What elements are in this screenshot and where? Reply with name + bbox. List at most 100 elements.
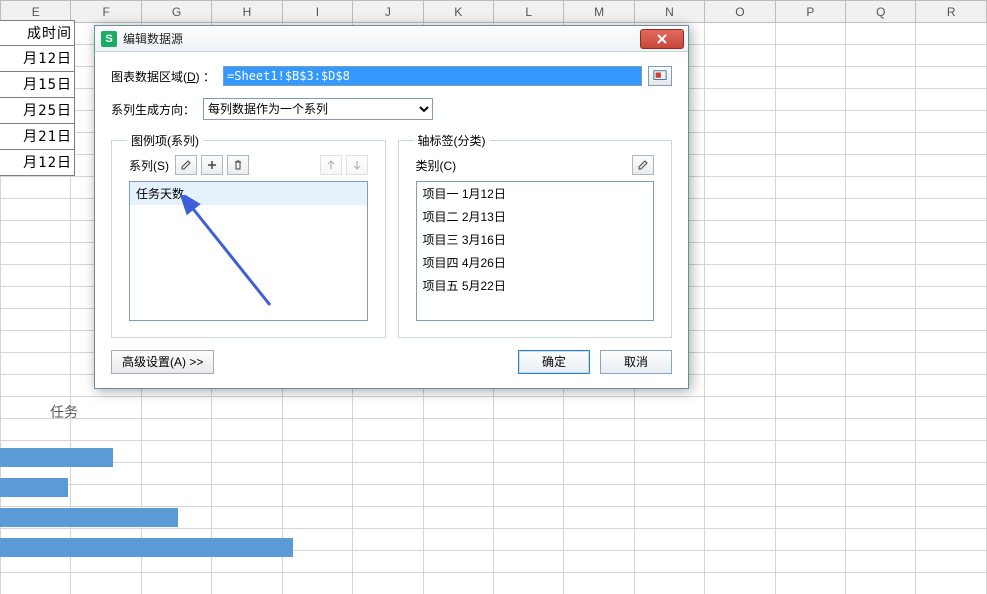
cell[interactable] bbox=[775, 573, 845, 594]
cell[interactable] bbox=[705, 23, 775, 45]
chart-range-input[interactable]: =Sheet1!$B$3:$D$8 bbox=[223, 66, 642, 86]
cell[interactable] bbox=[493, 485, 563, 507]
cell[interactable] bbox=[423, 507, 493, 529]
cell[interactable] bbox=[705, 485, 775, 507]
column-header[interactable]: M bbox=[564, 1, 634, 23]
cell[interactable] bbox=[1, 243, 71, 265]
cell[interactable]: 成时间 bbox=[0, 20, 75, 46]
cell[interactable] bbox=[916, 485, 987, 507]
column-header[interactable]: K bbox=[423, 1, 493, 23]
cell[interactable] bbox=[846, 529, 916, 551]
edit-series-button[interactable] bbox=[175, 155, 197, 175]
cell[interactable] bbox=[564, 485, 634, 507]
cell[interactable] bbox=[775, 419, 845, 441]
cell[interactable] bbox=[705, 155, 775, 177]
cell[interactable] bbox=[916, 573, 987, 594]
cell[interactable] bbox=[705, 89, 775, 111]
cell[interactable] bbox=[564, 507, 634, 529]
cell[interactable] bbox=[916, 507, 987, 529]
cell[interactable] bbox=[775, 199, 845, 221]
list-item[interactable]: 项目四 4月26日 bbox=[417, 251, 654, 274]
cell[interactable] bbox=[846, 199, 916, 221]
cell[interactable] bbox=[493, 463, 563, 485]
cell[interactable] bbox=[846, 419, 916, 441]
cell[interactable] bbox=[846, 23, 916, 45]
cell[interactable] bbox=[493, 507, 563, 529]
cell[interactable] bbox=[916, 529, 987, 551]
cell[interactable] bbox=[1, 199, 71, 221]
cell[interactable] bbox=[141, 573, 211, 594]
cell[interactable] bbox=[493, 529, 563, 551]
list-item[interactable]: 项目三 3月16日 bbox=[417, 228, 654, 251]
cell[interactable] bbox=[775, 23, 845, 45]
cell[interactable] bbox=[916, 463, 987, 485]
cell[interactable] bbox=[916, 375, 987, 397]
cell[interactable] bbox=[564, 441, 634, 463]
cell[interactable] bbox=[846, 441, 916, 463]
close-button[interactable] bbox=[640, 29, 684, 49]
cell[interactable] bbox=[705, 573, 775, 594]
cell[interactable] bbox=[71, 485, 141, 507]
cell[interactable] bbox=[846, 89, 916, 111]
cell[interactable] bbox=[916, 287, 987, 309]
cell[interactable] bbox=[775, 507, 845, 529]
cell[interactable] bbox=[916, 419, 987, 441]
cell[interactable] bbox=[212, 441, 282, 463]
cell[interactable] bbox=[846, 243, 916, 265]
cell[interactable] bbox=[1, 309, 71, 331]
cell[interactable] bbox=[916, 265, 987, 287]
cell[interactable] bbox=[212, 507, 282, 529]
cell[interactable] bbox=[282, 485, 352, 507]
cell[interactable] bbox=[846, 265, 916, 287]
cell[interactable] bbox=[212, 463, 282, 485]
cell[interactable] bbox=[775, 111, 845, 133]
cancel-button[interactable]: 取消 bbox=[600, 350, 672, 374]
advanced-settings-button[interactable]: 高级设置(A) >> bbox=[111, 350, 214, 374]
cell[interactable] bbox=[846, 463, 916, 485]
cell[interactable] bbox=[775, 331, 845, 353]
cell[interactable] bbox=[775, 45, 845, 67]
cell[interactable] bbox=[775, 309, 845, 331]
cell[interactable] bbox=[705, 551, 775, 573]
edit-axis-button[interactable] bbox=[632, 155, 654, 175]
collapse-range-button[interactable] bbox=[648, 66, 672, 86]
column-header[interactable]: G bbox=[141, 1, 211, 23]
cell[interactable] bbox=[916, 89, 987, 111]
cell[interactable] bbox=[846, 551, 916, 573]
cell[interactable] bbox=[846, 221, 916, 243]
cell[interactable] bbox=[916, 441, 987, 463]
cell[interactable] bbox=[353, 441, 423, 463]
column-header[interactable]: Q bbox=[846, 1, 916, 23]
cell[interactable] bbox=[775, 397, 845, 419]
cell[interactable] bbox=[775, 463, 845, 485]
column-header[interactable]: O bbox=[705, 1, 775, 23]
cell[interactable]: 月21日 bbox=[0, 124, 75, 150]
cell[interactable] bbox=[634, 529, 704, 551]
cell[interactable] bbox=[493, 441, 563, 463]
cell[interactable] bbox=[846, 133, 916, 155]
cell[interactable] bbox=[705, 463, 775, 485]
column-header[interactable]: J bbox=[353, 1, 423, 23]
cell[interactable] bbox=[71, 397, 141, 419]
cell[interactable] bbox=[282, 441, 352, 463]
cell[interactable] bbox=[775, 551, 845, 573]
cell[interactable] bbox=[353, 507, 423, 529]
ok-button[interactable]: 确定 bbox=[518, 350, 590, 374]
cell[interactable] bbox=[1, 221, 71, 243]
cell[interactable] bbox=[846, 45, 916, 67]
move-up-button[interactable] bbox=[320, 155, 342, 175]
cell[interactable] bbox=[634, 551, 704, 573]
cell[interactable] bbox=[846, 67, 916, 89]
column-header[interactable]: F bbox=[71, 1, 141, 23]
column-header[interactable]: L bbox=[493, 1, 563, 23]
cell[interactable] bbox=[775, 133, 845, 155]
cell[interactable] bbox=[1, 287, 71, 309]
cell[interactable] bbox=[846, 375, 916, 397]
cell[interactable] bbox=[423, 551, 493, 573]
cell[interactable] bbox=[564, 397, 634, 419]
cell[interactable] bbox=[493, 397, 563, 419]
cell[interactable] bbox=[705, 441, 775, 463]
list-item[interactable]: 项目一 1月12日 bbox=[417, 182, 654, 205]
cell[interactable] bbox=[353, 573, 423, 594]
cell[interactable] bbox=[634, 419, 704, 441]
